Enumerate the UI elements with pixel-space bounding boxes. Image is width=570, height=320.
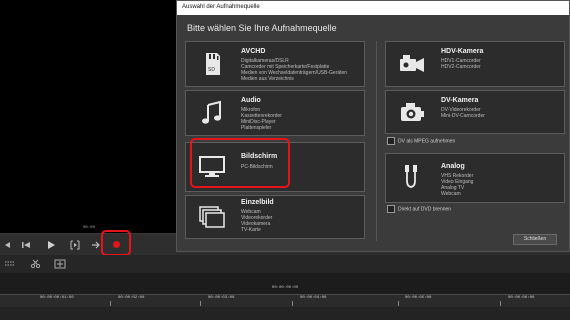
time-scale: 00:00:00:01:00 00:00:02:00 00:00:03:00 0… [0,294,570,307]
tick-label: 00:00:06:00 [508,296,535,300]
source-card-einzelbild[interactable]: Einzelbild Webcam Videorekorder Videokam… [185,195,365,239]
camcorder-icon [400,55,424,72]
dv-camera-icon [401,103,424,121]
edit-toolbar [0,255,570,273]
card-line: Medien aus Verzeichnis [241,76,294,82]
dialog-title: Auswahl der Aufnahmequelle [182,4,260,10]
tick-mark [110,301,111,306]
analog-cable-icon [405,165,417,188]
tick-label: 00:00:02:00 [118,296,145,300]
next-marker-button[interactable] [69,239,81,251]
card-line: TV-Karte [241,227,261,233]
scissors-icon[interactable] [30,259,42,269]
card-line: HDV2-Camcorder [441,64,481,70]
tick-label: 00:00:00:01:00 [40,296,74,300]
source-card-dv-kamera[interactable]: DV-Kamera DV-Videorekorder Mini-DV-Camco… [385,90,565,134]
checkbox-label: Direkt auf DVD brennen [398,206,452,213]
preview-timecode: 00:00 [0,226,178,233]
dialog-titlebar[interactable]: Auswahl der Aufnahmequelle [177,1,569,15]
card-title: DV-Kamera [441,97,479,104]
tick-mark [200,301,201,306]
play-icon [48,241,55,249]
dvd-checkbox-row[interactable]: Direkt auf DVD brennen [387,205,451,213]
dv-mpeg-checkbox-row[interactable]: DV als MPEG aufnehmen [387,137,455,145]
dialog-heading: Bitte wählen Sie Ihre Aufnahmequelle [187,23,337,33]
bracket-next-icon [70,240,80,250]
bildschirm-highlight-frame [190,138,290,188]
card-title: Einzelbild [241,199,274,206]
rewind-icon [5,242,10,248]
card-title: AVCHD [241,48,266,55]
capture-source-dialog: Auswahl der Aufnahmequelle Bitte wählen … [176,0,570,252]
rewind-button[interactable] [2,239,14,251]
card-line: Mini-DV-Camcorder [441,113,485,119]
card-title: Audio [241,97,261,104]
record-highlight-frame [101,230,131,256]
card-line: Webcam [441,191,461,197]
play-button[interactable] [45,239,57,251]
checkbox-label: DV als MPEG aufnehmen [398,138,456,145]
card-line: Plattenspieler [241,125,272,131]
video-preview [0,0,178,226]
svg-text:SD: SD [208,67,215,73]
dv-mpeg-checkbox[interactable] [387,137,395,145]
column-divider [376,41,377,241]
timeline-track[interactable] [0,307,570,320]
tick-mark [500,301,501,306]
skip-back-icon [22,242,30,248]
stacked-frames-icon [199,206,225,228]
card-title: HDV-Kamera [441,48,484,55]
source-card-audio[interactable]: Audio Mikrofon Kassettenrekorder MiniDis… [185,90,365,136]
tick-label: 00:00:05:00 [405,296,432,300]
card-title: Analog [441,163,465,170]
tick-label: 00:00:03:00 [208,296,235,300]
source-card-hdv-kamera[interactable]: HDV-Kamera HDV1-Camcorder HDV2-Camcorder [385,41,565,87]
insert-icon[interactable] [54,259,66,269]
close-button[interactable]: Schließen [513,234,557,245]
tick-mark [292,301,293,306]
previous-marker-button[interactable] [20,239,32,251]
dvd-checkbox[interactable] [387,205,395,213]
sd-card-icon: SD [206,53,220,75]
source-card-analog[interactable]: Analog VHS Rekorder Video Eingang Analog… [385,153,565,203]
tick-label: 00:00:04:00 [300,296,327,300]
list-view-icon[interactable] [4,259,16,269]
timeline-position: 00:00:00:00 [271,286,299,290]
music-note-icon [202,100,221,124]
source-card-avchd[interactable]: SD AVCHD Digitalkameras/DSLR Camcorder m… [185,41,365,87]
timeline-ruler[interactable]: 00:00:00:00 00:00:00:01:00 00:00:02:00 0… [0,274,570,320]
tick-mark [398,301,399,306]
